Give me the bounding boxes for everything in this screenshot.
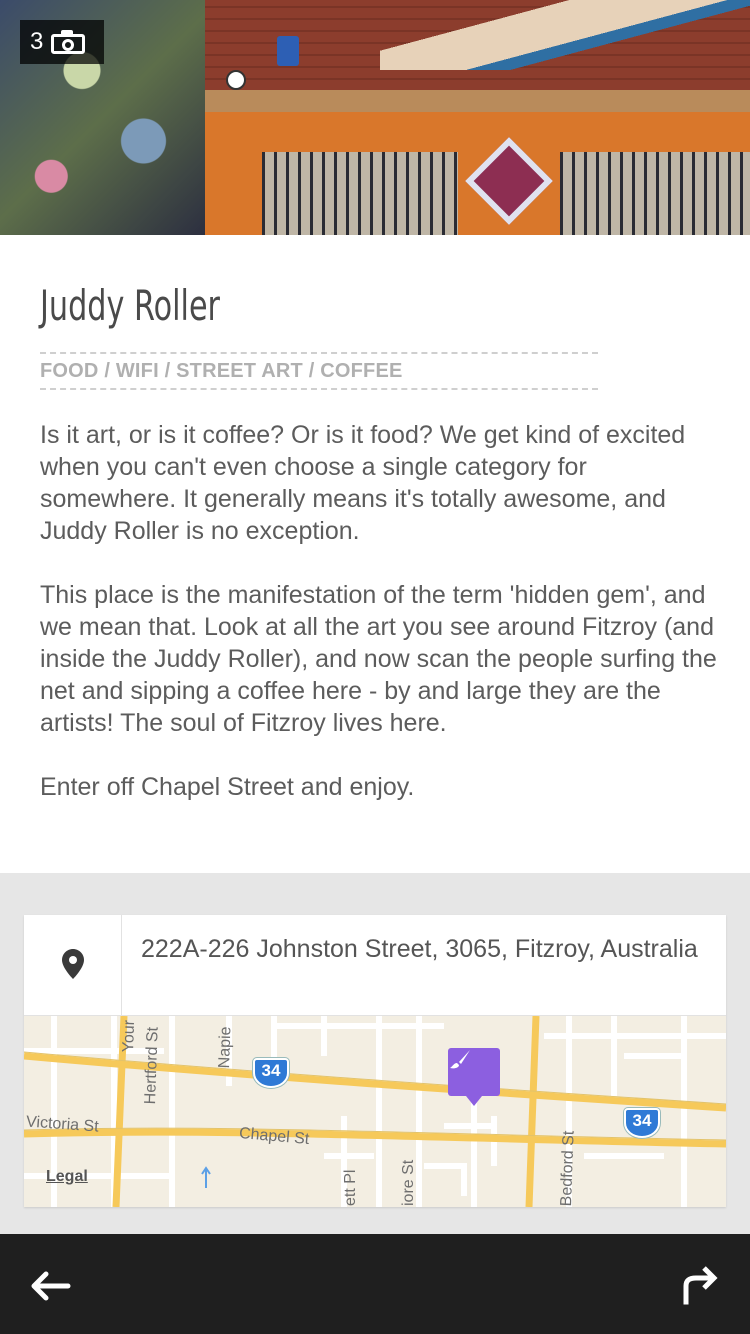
street-label: iore St — [400, 1159, 417, 1206]
street-label: ett Pl — [342, 1169, 359, 1206]
venue-info-card: Juddy Roller FOOD / WIFI / STREET ART / … — [0, 235, 750, 873]
highway-shield: 34 — [253, 1058, 289, 1088]
venue-description: Is it art, or is it coffee? Or is it foo… — [40, 419, 720, 835]
location-map[interactable]: Victoria St Hertford St Napie Your Chape… — [24, 1016, 726, 1207]
street-label: Hertford St — [142, 1026, 162, 1105]
share-arrow-icon[interactable] — [670, 1260, 726, 1312]
photo-count-badge[interactable]: 3 — [20, 20, 104, 64]
street-label: Napie — [216, 1026, 235, 1069]
venue-map-marker[interactable] — [448, 1048, 500, 1106]
paintbrush-icon — [450, 1050, 470, 1069]
divider — [40, 352, 598, 354]
back-arrow-icon[interactable] — [22, 1260, 78, 1312]
street-label: Your — [120, 1019, 139, 1053]
map-legal-link[interactable]: Legal — [46, 1168, 88, 1186]
hero-photo[interactable]: 3 — [0, 0, 750, 235]
divider — [40, 388, 598, 390]
address-row[interactable]: 222A-226 Johnston Street, 3065, Fitzroy,… — [24, 915, 726, 1016]
venue-title: Juddy Roller — [40, 281, 220, 330]
description-paragraph: Is it art, or is it coffee? Or is it foo… — [40, 421, 686, 545]
camera-icon — [51, 30, 86, 54]
highway-shield: 34 — [624, 1108, 660, 1138]
street-label: Bedford St — [558, 1130, 578, 1207]
description-paragraph: Enter off Chapel Street and enjoy. — [40, 773, 415, 801]
address-card: 222A-226 Johnston Street, 3065, Fitzroy,… — [24, 915, 726, 1207]
venue-detail-screen: 3 Juddy Roller FOOD / WIFI / STREET ART … — [0, 0, 750, 1334]
bottom-toolbar — [0, 1234, 750, 1334]
address-text: 222A-226 Johnston Street, 3065, Fitzroy,… — [141, 935, 698, 963]
venue-categories: FOOD / WIFI / STREET ART / COFFEE — [40, 360, 403, 382]
location-pin-icon — [62, 949, 84, 979]
photo-count: 3 — [30, 28, 44, 55]
description-paragraph: This place is the manifestation of the t… — [40, 581, 717, 737]
